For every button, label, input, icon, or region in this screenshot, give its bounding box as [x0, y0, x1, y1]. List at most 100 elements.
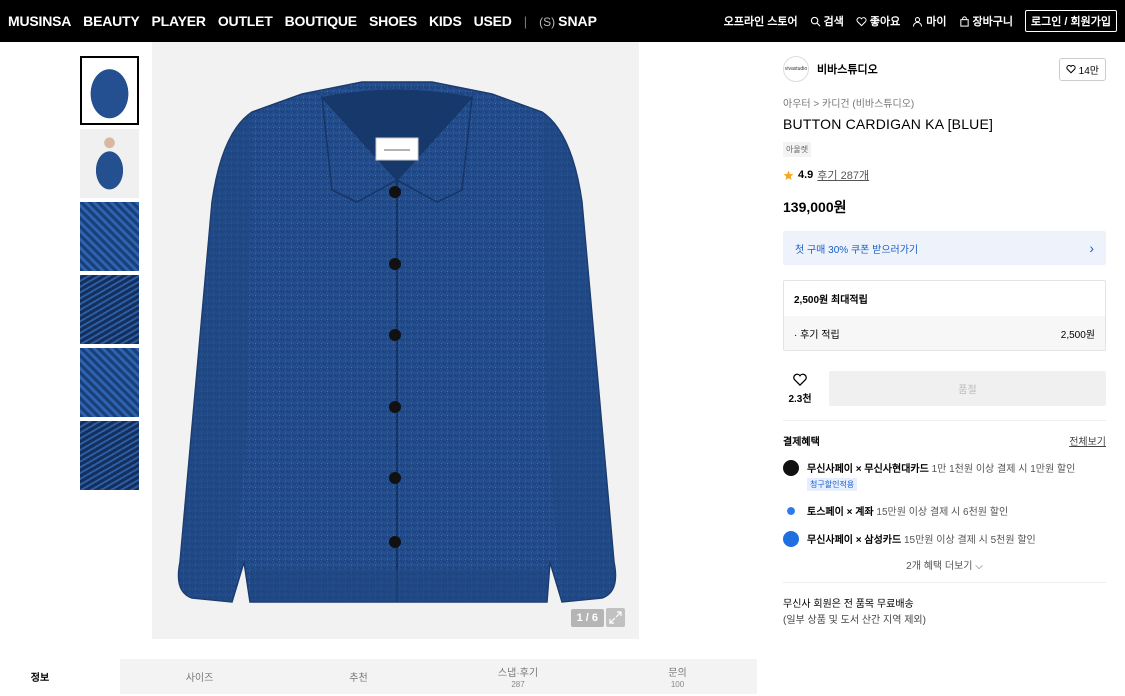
nav-outlet[interactable]: OUTLET: [218, 13, 273, 29]
tab-label: 추천: [349, 673, 368, 684]
tab-size[interactable]: 사이즈: [120, 659, 279, 694]
brand-like-count: 14만: [1078, 65, 1099, 77]
tab-spacer: [80, 659, 120, 694]
thumbnail-6[interactable]: [80, 421, 139, 490]
benefit-text: 무신사페이 × 무신사현대카드 1만 1천원 이상 결제 시 1만원 할인 청구…: [807, 460, 1075, 491]
chevron-right-icon: ›: [1089, 240, 1094, 256]
zoom-button[interactable]: [606, 608, 625, 627]
heart-icon: [856, 16, 867, 26]
nav-snap[interactable]: (S) SNAP: [539, 13, 597, 29]
benefit-chip: 청구할인적용: [807, 478, 858, 491]
nav-musinsa[interactable]: MUSINSA: [8, 13, 71, 29]
tab-snap-review[interactable]: 스냅·후기 287: [438, 659, 598, 694]
heart-icon: [1066, 65, 1076, 74]
thumbnail-4[interactable]: [80, 275, 139, 344]
brand-row: vivastudio 비바스튜디오 14만: [783, 56, 1106, 82]
nav-player[interactable]: PLAYER: [152, 13, 207, 29]
samsung-card-icon: [783, 531, 799, 547]
shipping-line-1: 무신사 회원은 전 품목 무료배송: [783, 599, 914, 610]
wishlist-button[interactable]: 2.3천: [783, 372, 817, 405]
benefit-item: 토스페이 × 계좌 15만원 이상 결제 시 6천원 할인: [783, 503, 1106, 519]
brand[interactable]: vivastudio 비바스튜디오: [783, 56, 878, 82]
benefit-text: 토스페이 × 계좌 15만원 이상 결제 시 6천원 할인: [807, 503, 1008, 518]
benefit-desc: 15만원 이상 결제 시 5천원 할인: [901, 535, 1036, 546]
cart-button[interactable]: 장바구니: [959, 13, 1013, 29]
thumbnail-2[interactable]: [80, 129, 139, 198]
nav-categories: MUSINSA BEAUTY PLAYER OUTLET BOUTIQUE SH…: [8, 13, 597, 29]
divider: [783, 582, 1106, 583]
tab-label: 정보: [30, 673, 50, 684]
likes-label: 좋아요: [869, 16, 901, 28]
view-all-link[interactable]: 전체보기: [1069, 433, 1106, 448]
product-main-image[interactable]: 1 / 6: [152, 42, 639, 639]
search-button[interactable]: 검색: [810, 13, 844, 29]
tab-count: 100: [670, 680, 685, 689]
divider: [783, 420, 1106, 421]
thumbnail-list: [80, 56, 139, 494]
my-label: 마이: [926, 16, 947, 28]
likes-button[interactable]: 좋아요: [856, 13, 900, 29]
tab-info[interactable]: 정보: [0, 659, 80, 694]
nav-boutique[interactable]: BOUTIQUE: [285, 13, 357, 29]
search-label: 검색: [823, 16, 844, 28]
points-review-value: 2,500원: [1060, 329, 1095, 341]
review-link[interactable]: 후기 287개: [817, 167, 869, 183]
thumbnail-3[interactable]: [80, 202, 139, 271]
tab-inquiry[interactable]: 문의 100: [598, 659, 757, 694]
expand-icon: [609, 611, 622, 624]
snap-label: SNAP: [558, 13, 598, 29]
shipping-line-2: (일부 상품 및 도서 산간 지역 제외): [783, 615, 926, 626]
benefit-item: 무신사페이 × 삼성카드 15만원 이상 결제 시 5천원 할인: [783, 531, 1106, 547]
brand-logo: vivastudio: [783, 56, 809, 82]
benefit-name: 무신사페이 × 삼성카드: [807, 535, 902, 546]
more-benefits-button[interactable]: 2개 혜택 더보기 ⌵: [783, 557, 1106, 572]
cardigan-image: [177, 81, 617, 603]
price: 139,000원: [783, 199, 847, 215]
image-pager: 1 / 6: [570, 609, 604, 627]
top-nav: MUSINSA BEAUTY PLAYER OUTLET BOUTIQUE SH…: [0, 0, 1125, 42]
star-icon: [783, 170, 794, 180]
musinsa-pay-icon: [783, 460, 799, 476]
benefit-name: 토스페이 × 계좌: [807, 507, 874, 518]
shipping-info: 무신사 회원은 전 품목 무료배송 (일부 상품 및 도서 산간 지역 제외): [783, 597, 1106, 629]
toss-icon: [783, 503, 799, 519]
nav-shoes[interactable]: SHOES: [369, 13, 417, 29]
outlet-tag: 아울렛: [783, 142, 812, 157]
points-box: 2,500원 최대적립 · 후기 적립 2,500원: [783, 280, 1106, 351]
benefit-item: 무신사페이 × 무신사현대카드 1만 1천원 이상 결제 시 1만원 할인 청구…: [783, 460, 1106, 491]
bag-icon: [959, 15, 969, 27]
nav-beauty[interactable]: BEAUTY: [83, 13, 140, 29]
points-review-label: · 후기 적립: [794, 329, 840, 341]
nav-kids[interactable]: KIDS: [429, 13, 462, 29]
product-info-panel: vivastudio 비바스튜디오 14만 아우터 > 카디건 (비바스튜디오)…: [770, 56, 1118, 635]
breadcrumb[interactable]: 아우터 > 카디건 (비바스튜디오): [783, 95, 1106, 110]
tab-recommend[interactable]: 추천: [279, 659, 438, 694]
points-review-row: · 후기 적립 2,500원: [784, 316, 1105, 350]
buy-row: 2.3천 품절: [783, 371, 1106, 406]
cart-label: 장바구니: [972, 16, 1013, 28]
coupon-label: 첫 구매 30% 쿠폰 받으러가기: [795, 244, 919, 256]
coupon-banner[interactable]: 첫 구매 30% 쿠폰 받으러가기 ›: [783, 231, 1106, 265]
thumbnail-5[interactable]: [80, 348, 139, 417]
tab-label: 스냅·후기: [497, 668, 539, 679]
benefit-desc: 15만원 이상 결제 시 6천원 할인: [873, 507, 1009, 518]
tab-label: 문의: [668, 668, 687, 679]
brand-name: 비바스튜디오: [817, 64, 878, 76]
soldout-button[interactable]: 품절: [829, 371, 1106, 406]
detail-tabs: 정보 사이즈 추천 스냅·후기 287 문의 100: [0, 659, 757, 694]
brand-like-button[interactable]: 14만: [1058, 57, 1106, 81]
thumbnail-1[interactable]: [80, 56, 139, 125]
login-button[interactable]: 로그인 / 회원가입: [1024, 10, 1117, 32]
heart-icon: [793, 373, 807, 387]
my-button[interactable]: 마이: [912, 13, 947, 29]
snap-prefix: (S): [539, 15, 556, 29]
points-max: 2,500원 최대적립: [794, 295, 868, 306]
user-icon: [913, 16, 923, 27]
offline-store-link[interactable]: 오프라인 스토어: [724, 13, 798, 29]
nav-used[interactable]: USED: [474, 13, 512, 29]
rating-row: 4.9 후기 287개: [783, 167, 1106, 183]
wishlist-count: 2.3천: [788, 394, 812, 405]
benefit-text: 무신사페이 × 삼성카드 15만원 이상 결제 시 5천원 할인: [807, 531, 1036, 546]
nav-utilities: 오프라인 스토어 검색 좋아요 마이 장바구니 로그인 / 회원가입: [724, 10, 1117, 32]
benefit-name: 무신사페이 × 무신사현대카드: [807, 464, 929, 475]
